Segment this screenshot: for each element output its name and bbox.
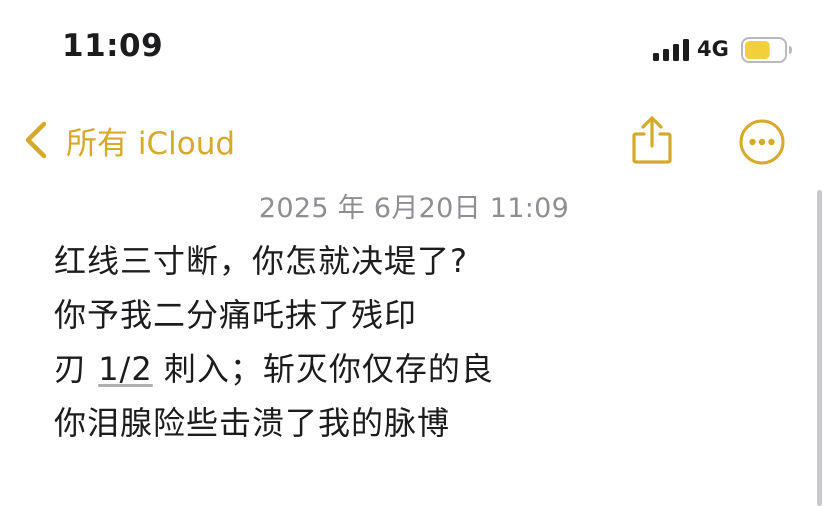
note-line-3-prefix: 刃 bbox=[54, 350, 99, 388]
signal-strength-icon bbox=[653, 39, 689, 61]
scroll-indicator[interactable] bbox=[817, 190, 822, 506]
chevron-left-icon bbox=[25, 121, 47, 159]
battery-level bbox=[745, 41, 770, 59]
note-line-3: 刃 1/2 刺入；斩灭你仅存的良 bbox=[54, 342, 794, 396]
note-date: 2025 年 6月20日 11:09 bbox=[258, 193, 570, 224]
battery-icon bbox=[741, 37, 792, 63]
network-type: 4G bbox=[697, 37, 729, 61]
note-line-2: 你予我二分痛吒抹了残印 bbox=[54, 296, 418, 334]
ellipsis-circle-icon[interactable] bbox=[738, 118, 786, 166]
back-button[interactable]: 所有 iCloud bbox=[22, 118, 235, 162]
fraction-text: 1/2 bbox=[98, 350, 153, 388]
status-bar: 11:09 4G bbox=[0, 0, 828, 100]
share-icon[interactable] bbox=[630, 114, 674, 166]
note-line-4: 你泪腺险些击溃了我的脉博 bbox=[54, 404, 451, 442]
note-line-1: 红线三寸断，你怎就决堤了? bbox=[54, 242, 468, 280]
back-label: 所有 iCloud bbox=[66, 125, 236, 162]
note-body[interactable]: 红线三寸断，你怎就决堤了? 你予我二分痛吒抹了残印 刃 1/2 刺入；斩灭你仅存… bbox=[54, 234, 794, 450]
status-time: 11:09 bbox=[62, 28, 164, 64]
note-line-3-suffix: 刺入；斩灭你仅存的良 bbox=[152, 350, 494, 388]
navigation-bar: 所有 iCloud bbox=[0, 100, 828, 180]
